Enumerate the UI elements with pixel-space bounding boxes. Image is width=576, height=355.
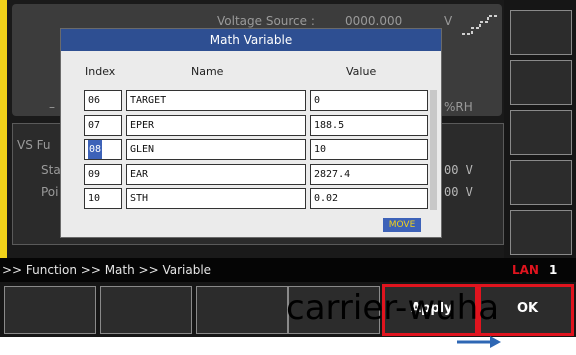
start-value: 00 V (444, 163, 473, 177)
index-cell[interactable]: 06 (84, 90, 122, 111)
value-cell[interactable]: 188.5 (310, 115, 428, 136)
index-cell[interactable]: 10 (84, 188, 122, 209)
left-dash: – (49, 100, 55, 114)
softkey-1[interactable] (510, 10, 572, 55)
bottom-softkey-1[interactable] (4, 286, 96, 334)
softkey-5[interactable] (510, 210, 572, 255)
name-header: Name (191, 65, 224, 78)
voltage-source-label: Voltage Source : (217, 14, 315, 28)
value-text: 2827.4 (314, 169, 351, 180)
bezel-accent (0, 0, 7, 258)
voltage-source-value: 0000.000 (345, 14, 403, 28)
point-value: 00 V (444, 185, 473, 199)
value-cell[interactable]: 2827.4 (310, 164, 428, 185)
ramp-icon (462, 15, 498, 35)
name-cell[interactable]: EAR (126, 164, 306, 185)
scrollbar-track[interactable] (430, 90, 437, 210)
name-cell[interactable]: GLEN (126, 139, 306, 160)
arrow-right-icon (457, 336, 501, 348)
value-cell[interactable]: 10 (310, 139, 428, 160)
name-text: TARGET (130, 95, 167, 106)
rh-unit: %RH (444, 100, 473, 114)
vs-function-label: VS Fu (17, 138, 51, 152)
lan-indicator: LAN (512, 263, 539, 277)
voltage-unit: V (444, 14, 453, 28)
softkey-3[interactable] (510, 110, 572, 155)
breadcrumb: >> Function >> Math >> Variable (2, 263, 212, 277)
index-text: 07 (88, 120, 101, 131)
value-text: 0 (314, 95, 321, 106)
name-cell[interactable]: EPER (126, 115, 306, 136)
bottom-softkey-2[interactable] (100, 286, 192, 334)
softkey-2[interactable] (510, 60, 572, 105)
value-text: 188.5 (314, 120, 345, 131)
name-text: GLEN (130, 144, 155, 155)
name-text: STH (130, 193, 149, 204)
dialog-title: Math Variable (61, 29, 441, 51)
index-header: Index (85, 65, 116, 78)
name-cell[interactable]: TARGET (126, 90, 306, 111)
name-cell[interactable]: STH (126, 188, 306, 209)
value-text: 10 (314, 144, 327, 155)
start-label: Sta (41, 163, 61, 177)
index-text: 10 (88, 193, 101, 204)
value-text: 0.02 (314, 193, 339, 204)
index-text: 09 (88, 169, 101, 180)
point-label: Poi (41, 185, 59, 199)
index-cell-selected[interactable]: 08 (84, 139, 122, 160)
name-text: EPER (130, 120, 155, 131)
name-text: EAR (130, 169, 149, 180)
index-text-selected: 08 (88, 140, 103, 159)
index-cell[interactable]: 07 (84, 115, 122, 136)
bottom-softkey-3[interactable] (196, 286, 288, 334)
value-header: Value (346, 65, 377, 78)
status-bar: >> Function >> Math >> Variable LAN 1 (0, 258, 576, 282)
move-indicator: MOVE (383, 218, 421, 232)
index-text: 06 (88, 95, 101, 106)
lan-number: 1 (549, 263, 558, 277)
softkey-4[interactable] (510, 160, 572, 205)
index-cell[interactable]: 09 (84, 164, 122, 185)
value-cell[interactable]: 0 (310, 90, 428, 111)
softkey-column (504, 0, 576, 258)
math-variable-dialog: Math Variable Index Name Value 06 TARGET… (60, 28, 442, 238)
value-cell[interactable]: 0.02 (310, 188, 428, 209)
watermark-text: carrier-wuha (286, 288, 500, 328)
